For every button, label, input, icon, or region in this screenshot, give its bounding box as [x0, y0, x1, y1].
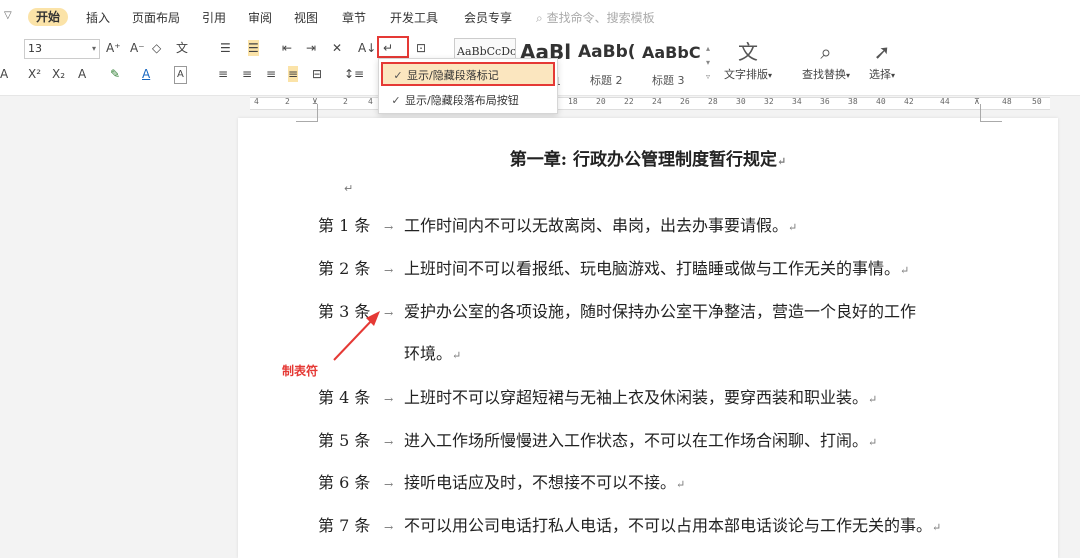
annotation-arrow — [333, 311, 380, 361]
tab-char-annotation: 制表符 — [282, 364, 319, 378]
